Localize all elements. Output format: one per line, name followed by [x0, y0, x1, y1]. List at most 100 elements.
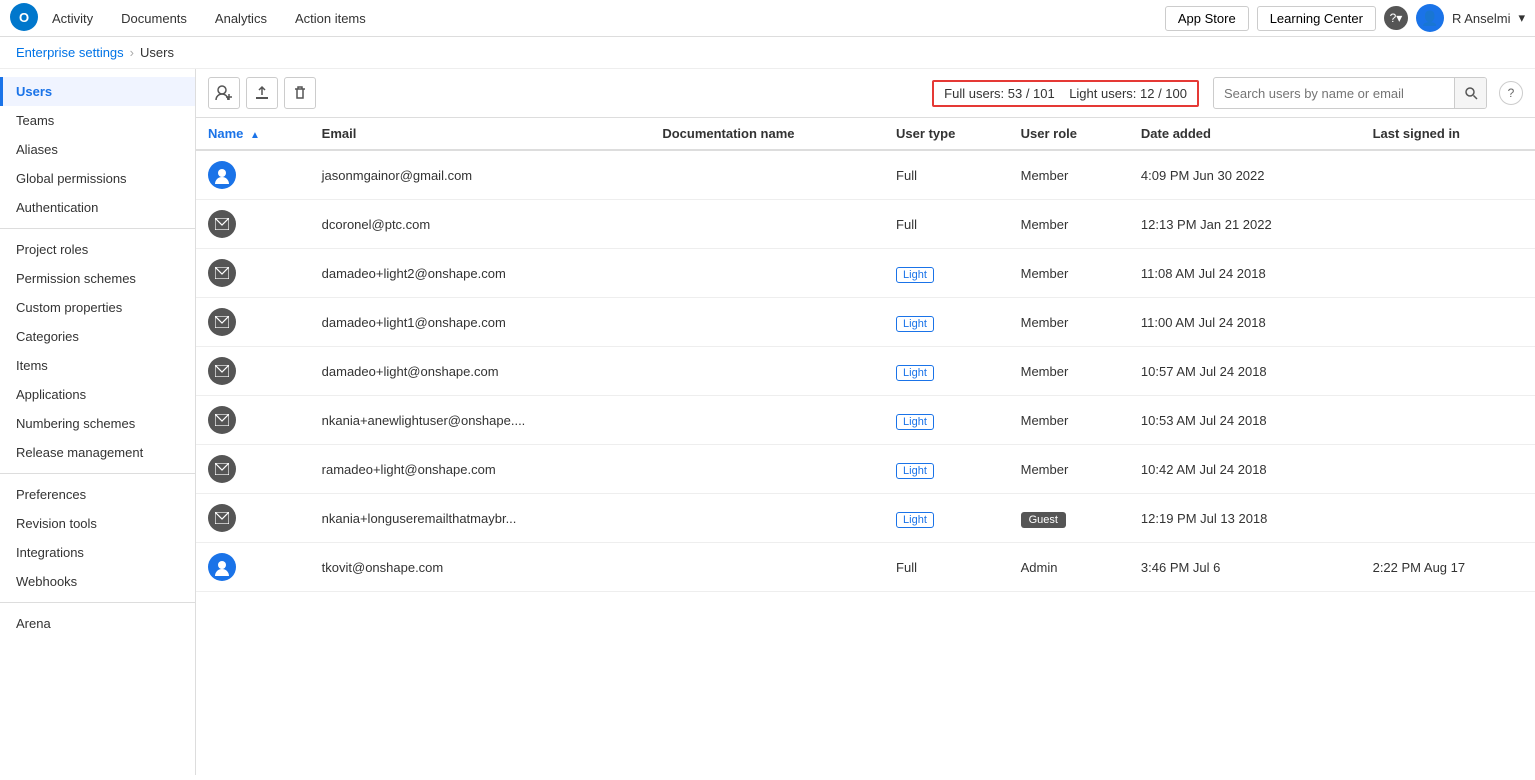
nav-analytics[interactable]: Analytics: [211, 0, 271, 37]
cell-name: [196, 494, 310, 543]
table-row[interactable]: nkania+longuseremail​thatmaybr...LightGu…: [196, 494, 1535, 543]
table-row[interactable]: nkania+anewlightuser@onshape....LightMem…: [196, 396, 1535, 445]
cell-doc-name: [650, 249, 884, 298]
cell-last-signed: [1361, 200, 1535, 249]
col-user-type[interactable]: User type: [884, 118, 1009, 150]
cell-user-role: Admin: [1009, 543, 1129, 592]
sidebar: Users Teams Aliases Global permissions A…: [0, 69, 196, 775]
sidebar-item-teams[interactable]: Teams: [0, 106, 195, 135]
cell-user-type: Light: [884, 298, 1009, 347]
col-doc-name[interactable]: Documentation name: [650, 118, 884, 150]
users-table: Name ▲ Email Documentation name User typ…: [196, 118, 1535, 592]
sidebar-item-numbering-schemes[interactable]: Numbering schemes: [0, 409, 195, 438]
col-user-role[interactable]: User role: [1009, 118, 1129, 150]
sidebar-item-authentication[interactable]: Authentication: [0, 193, 195, 222]
cell-doc-name: [650, 347, 884, 396]
avatar: 👤: [1416, 4, 1444, 32]
cell-doc-name: [650, 298, 884, 347]
main-layout: Users Teams Aliases Global permissions A…: [0, 69, 1535, 775]
sidebar-divider-1: [0, 228, 195, 229]
cell-last-signed: [1361, 298, 1535, 347]
user-avatar-email: [208, 504, 236, 532]
search-button[interactable]: [1454, 78, 1486, 108]
sidebar-item-permission-schemes[interactable]: Permission schemes: [0, 264, 195, 293]
cell-last-signed: [1361, 396, 1535, 445]
table-row[interactable]: jasonmgainor@gmail.comFullMember4:09 PM …: [196, 150, 1535, 200]
help-dropdown[interactable]: ?▾: [1384, 6, 1408, 30]
user-name[interactable]: R Anselmi: [1452, 11, 1511, 26]
sidebar-divider-2: [0, 473, 195, 474]
cell-user-type: Light: [884, 396, 1009, 445]
user-type-badge: Light: [896, 463, 934, 479]
cell-user-role: Member: [1009, 298, 1129, 347]
cell-email: jasonmgainor@gmail.com: [310, 150, 651, 200]
cell-user-role: Guest: [1009, 494, 1129, 543]
svg-text:O: O: [19, 10, 29, 25]
sidebar-item-preferences[interactable]: Preferences: [0, 480, 195, 509]
cell-last-signed: 2:22 PM Aug 17: [1361, 543, 1535, 592]
user-type-badge: Light: [896, 267, 934, 283]
sidebar-item-webhooks[interactable]: Webhooks: [0, 567, 195, 596]
cell-user-role: Member: [1009, 249, 1129, 298]
sidebar-item-applications[interactable]: Applications: [0, 380, 195, 409]
cell-user-type: Light: [884, 249, 1009, 298]
nav-action-items[interactable]: Action items: [291, 0, 370, 37]
table-row[interactable]: tkovit@onshape.comFullAdmin3:46 PM Jul 6…: [196, 543, 1535, 592]
table-row[interactable]: damadeo+light2@onshape.comLightMember11:…: [196, 249, 1535, 298]
sidebar-divider-3: [0, 602, 195, 603]
breadcrumb-parent[interactable]: Enterprise settings: [16, 45, 124, 60]
search-box: [1213, 77, 1487, 109]
col-last-signed[interactable]: Last signed in: [1361, 118, 1535, 150]
col-name[interactable]: Name ▲: [196, 118, 310, 150]
cell-name: [196, 445, 310, 494]
sidebar-item-aliases[interactable]: Aliases: [0, 135, 195, 164]
cell-name: [196, 298, 310, 347]
cell-email: damadeo+light2@onshape.com: [310, 249, 651, 298]
sidebar-item-custom-properties[interactable]: Custom properties: [0, 293, 195, 322]
cell-user-type: Light: [884, 494, 1009, 543]
col-email[interactable]: Email: [310, 118, 651, 150]
cell-doc-name: [650, 494, 884, 543]
logo[interactable]: O: [10, 3, 38, 34]
table-header-row: Name ▲ Email Documentation name User typ…: [196, 118, 1535, 150]
learning-center-button[interactable]: Learning Center: [1257, 6, 1376, 31]
sidebar-item-project-roles[interactable]: Project roles: [0, 235, 195, 264]
sidebar-item-release-management[interactable]: Release management: [0, 438, 195, 467]
cell-date-added: 11:00 AM Jul 24 2018: [1129, 298, 1361, 347]
col-date-added[interactable]: Date added: [1129, 118, 1361, 150]
app-store-button[interactable]: App Store: [1165, 6, 1249, 31]
sidebar-item-integrations[interactable]: Integrations: [0, 538, 195, 567]
cell-doc-name: [650, 543, 884, 592]
table-row[interactable]: dcoronel@ptc.comFullMember12:13 PM Jan 2…: [196, 200, 1535, 249]
table-row[interactable]: damadeo+light1@onshape.comLightMember11:…: [196, 298, 1535, 347]
nav-documents[interactable]: Documents: [117, 0, 191, 37]
cell-email: dcoronel@ptc.com: [310, 200, 651, 249]
add-user-button[interactable]: [208, 77, 240, 109]
cell-doc-name: [650, 396, 884, 445]
cell-user-role: Member: [1009, 347, 1129, 396]
sidebar-item-arena[interactable]: Arena: [0, 609, 195, 638]
cell-doc-name: [650, 445, 884, 494]
search-help-icon[interactable]: ?: [1499, 81, 1523, 105]
user-dropdown-arrow[interactable]: ▾: [1518, 10, 1525, 26]
upload-button[interactable]: [246, 77, 278, 109]
breadcrumb-separator: ›: [130, 45, 134, 60]
user-avatar-email: [208, 210, 236, 238]
nav-activity[interactable]: Activity: [48, 0, 97, 37]
full-users-label: Full users: 53 / 101: [944, 86, 1055, 101]
sidebar-item-global-permissions[interactable]: Global permissions: [0, 164, 195, 193]
light-users-label: Light users: 12 / 100: [1069, 86, 1187, 101]
sidebar-item-users[interactable]: Users: [0, 77, 195, 106]
user-count-box: Full users: 53 / 101 Light users: 12 / 1…: [932, 80, 1199, 107]
delete-button[interactable]: [284, 77, 316, 109]
table-row[interactable]: damadeo+light@onshape.comLightMember10:5…: [196, 347, 1535, 396]
table-row[interactable]: ramadeo+light@onshape.comLightMember10:4…: [196, 445, 1535, 494]
cell-name: [196, 543, 310, 592]
sidebar-item-revision-tools[interactable]: Revision tools: [0, 509, 195, 538]
sidebar-item-items[interactable]: Items: [0, 351, 195, 380]
user-avatar-circle: [208, 161, 236, 189]
sidebar-item-categories[interactable]: Categories: [0, 322, 195, 351]
cell-user-type: Full: [884, 543, 1009, 592]
search-input[interactable]: [1214, 81, 1454, 106]
user-avatar-circle: [208, 553, 236, 581]
